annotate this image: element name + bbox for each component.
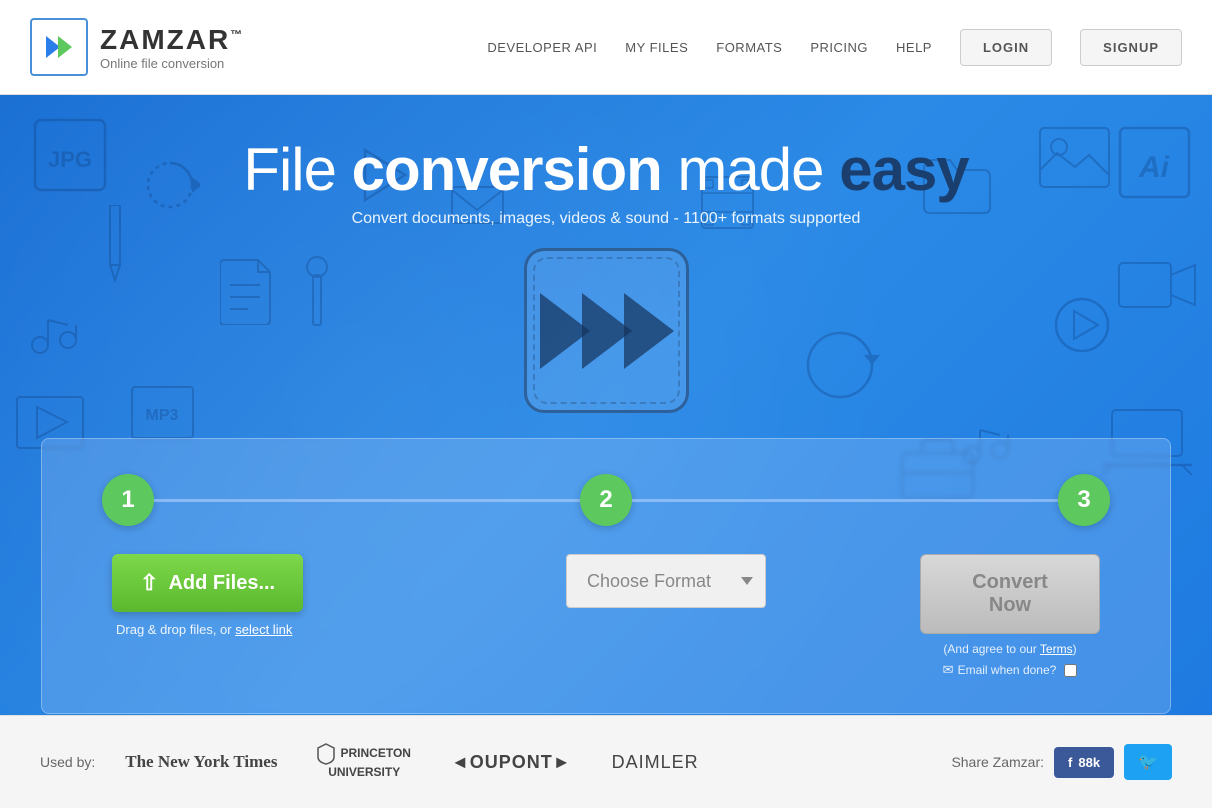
doodle-wrench — [300, 255, 335, 340]
doodle-pencil — [100, 205, 130, 290]
doodle-doc — [220, 255, 275, 330]
title-conversion: conversion — [352, 136, 662, 203]
doodle-ai: Ai — [1117, 125, 1192, 205]
hero-title: File conversion made easy — [243, 135, 968, 204]
share-label: Share Zamzar: — [951, 754, 1044, 770]
title-easy: easy — [839, 136, 968, 203]
svg-text:Ai: Ai — [1138, 151, 1170, 184]
doodle-video-r — [1117, 255, 1197, 320]
hero-subtitle: Convert documents, images, videos & soun… — [352, 210, 861, 228]
nav-my-files[interactable]: MY FILES — [625, 40, 688, 55]
doodle-image-r — [1037, 125, 1112, 195]
action-col-1: ⇧ Add Files... Drag & drop files, or sel… — [102, 554, 422, 637]
share-area: Share Zamzar: f 88k 🐦 — [951, 744, 1172, 780]
arrow-2 — [582, 293, 632, 369]
brand-nyt: The New York Times — [125, 752, 277, 772]
play-arrows — [548, 293, 674, 369]
doodle-jpg: JPG — [30, 115, 110, 200]
step-2-circle: 2 — [580, 474, 632, 526]
nav-pricing[interactable]: PRICING — [810, 40, 868, 55]
svg-text:JPG: JPG — [48, 147, 92, 172]
hero-section: JPG MP3 — [0, 95, 1212, 715]
arrow-1 — [540, 293, 590, 369]
doodle-play-r — [1052, 295, 1112, 360]
header: ZAMZAR™ Online file conversion DEVELOPER… — [0, 0, 1212, 95]
action-col-3: Convert Now (And agree to our Terms) ✉ E… — [910, 554, 1110, 678]
step-line-1-2 — [154, 499, 580, 502]
nav-developer-api[interactable]: DEVELOPER API — [487, 40, 597, 55]
actions-row: ⇧ Add Files... Drag & drop files, or sel… — [102, 554, 1110, 678]
facebook-icon: f — [1068, 755, 1072, 770]
action-col-2: Choose Format — [556, 554, 776, 608]
terms-link[interactable]: Terms — [1040, 642, 1073, 656]
twitter-share-button[interactable]: 🐦 — [1124, 744, 1172, 780]
facebook-share-button[interactable]: f 88k — [1054, 747, 1114, 778]
upload-icon: ⇧ — [140, 570, 158, 596]
format-select[interactable]: Choose Format — [566, 554, 766, 608]
step-1-circle: 1 — [102, 474, 154, 526]
twitter-icon: 🐦 — [1138, 754, 1158, 771]
title-file: File — [243, 136, 351, 203]
logo-text: ZAMZAR™ Online file conversion — [100, 24, 244, 71]
email-label: Email when done? — [958, 663, 1057, 677]
nav-help[interactable]: HELP — [896, 40, 932, 55]
email-checkbox[interactable] — [1064, 664, 1077, 677]
logo-sub: Online file conversion — [100, 56, 244, 71]
center-logo — [524, 248, 689, 413]
signup-button[interactable]: SIGNUP — [1080, 29, 1182, 66]
center-logo-box — [524, 248, 689, 413]
step-line-2-3 — [632, 499, 1058, 502]
doodle-mp3: MP3 — [130, 385, 195, 445]
doodle-refresh — [140, 155, 200, 220]
email-check: ✉ Email when done? — [943, 662, 1078, 678]
steps-row: 1 2 3 — [102, 474, 1110, 526]
arrow-3 — [624, 293, 674, 369]
title-made: made — [662, 136, 839, 203]
convert-now-button[interactable]: Convert Now — [920, 554, 1100, 634]
brand-princeton: PRINCETONUNIVERSITY — [317, 743, 410, 781]
convert-terms: (And agree to our Terms) — [943, 642, 1076, 656]
login-button[interactable]: LOGIN — [960, 29, 1052, 66]
brand-daimler: DAIMLER — [612, 752, 699, 773]
logo-icon — [30, 18, 88, 76]
logo-area: ZAMZAR™ Online file conversion — [30, 18, 244, 76]
add-files-button[interactable]: ⇧ Add Files... — [112, 554, 303, 612]
drag-drop-text: Drag & drop files, or select link — [112, 622, 292, 637]
email-icon: ✉ — [943, 662, 954, 678]
brand-logos: The New York Times PRINCETONUNIVERSITY ◄… — [125, 743, 951, 781]
brand-dupont: ◄OUPONT► — [451, 752, 572, 773]
doodle-music — [30, 315, 80, 360]
logo-name: ZAMZAR™ — [100, 24, 244, 56]
step-3-circle: 3 — [1058, 474, 1110, 526]
nav-formats[interactable]: FORMATS — [716, 40, 782, 55]
doodle-refresh-right — [800, 325, 880, 410]
facebook-count: 88k — [1078, 755, 1100, 770]
used-by-label: Used by: — [40, 754, 95, 770]
main-nav: DEVELOPER API MY FILES FORMATS PRICING H… — [487, 29, 1182, 66]
select-link[interactable]: select link — [235, 622, 292, 637]
conversion-panel: 1 2 3 ⇧ Add Files... Drag & drop files, … — [41, 438, 1171, 714]
svg-text:MP3: MP3 — [146, 407, 179, 424]
footer-bar: Used by: The New York Times PRINCETONUNI… — [0, 715, 1212, 808]
